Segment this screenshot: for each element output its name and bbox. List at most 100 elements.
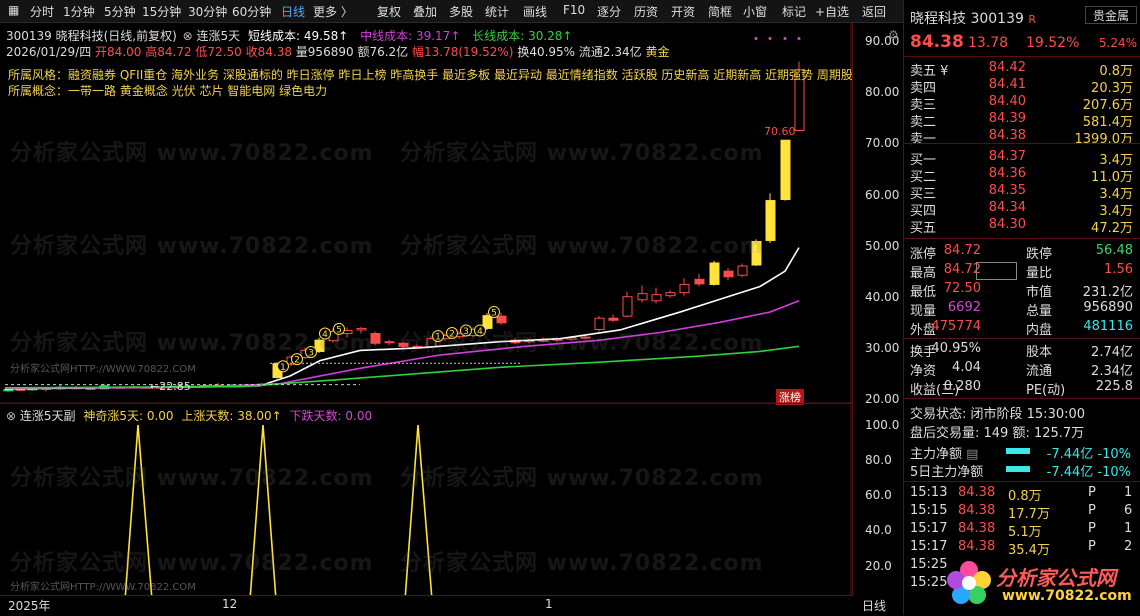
watermark: 分析家公式网 www.70822.com bbox=[400, 551, 764, 576]
quote-row[interactable]: 买五 84.30 47.2万 bbox=[904, 217, 1140, 236]
quote-row[interactable]: 买三 84.35 3.4万 bbox=[904, 183, 1140, 202]
sub-indicator-name[interactable]: 连涨5天副 bbox=[20, 409, 76, 423]
list-icon[interactable]: ▤ bbox=[966, 447, 978, 462]
tick-cell: 15:25 bbox=[910, 557, 948, 572]
quote-panel: 晓程科技 300139 R 贵金属 84.38 13.78 19.52% 5.2… bbox=[903, 0, 1140, 615]
tick-row[interactable]: 15:17 84.38 5.1万 P 1 bbox=[904, 521, 1140, 540]
stat-value: 40.95% bbox=[931, 341, 981, 356]
sub-tick: 80.0 bbox=[865, 453, 892, 467]
ohlc-open: 开84.00 bbox=[95, 45, 142, 59]
quote-row[interactable]: 卖四 84.41 20.3万 bbox=[904, 77, 1140, 96]
tick-cell: 1 bbox=[1124, 521, 1133, 536]
sub-indicator-header: ⊗ 连涨5天副 神奇涨5天: 0.00 上涨天数: 38.00↑ 下跌天数: 0… bbox=[6, 407, 372, 424]
stat-row: 收益(三) 0.280 PE(动) 225.8 bbox=[904, 379, 1140, 398]
toolbar-button[interactable]: 历资 bbox=[634, 3, 658, 20]
ohlc-float: 流通2.34亿 bbox=[578, 45, 642, 59]
main-flow-value: -7.44亿 -10% bbox=[1046, 447, 1131, 462]
toolbar-button[interactable]: 返回 bbox=[862, 3, 886, 20]
toolbar-button[interactable]: 复权 bbox=[377, 3, 401, 20]
ohlc-date: 2026/01/29/四 bbox=[6, 45, 92, 59]
row-price: 84.30 bbox=[988, 217, 1026, 232]
price-change-pct: 19.52% bbox=[1026, 35, 1080, 51]
quote-row[interactable]: 买四 84.34 3.4万 bbox=[904, 200, 1140, 219]
quote-row[interactable]: 买二 84.36 11.0万 bbox=[904, 166, 1140, 185]
toolbar-button[interactable]: F10 bbox=[563, 3, 585, 17]
indicator-name[interactable]: 连涨5天 bbox=[197, 29, 241, 43]
tick-cell: 15:17 bbox=[910, 521, 948, 536]
main-flow-text: 主力净额 bbox=[910, 447, 963, 462]
grid-icon[interactable]: ▦ bbox=[8, 3, 19, 17]
price-axis: 90.00 80.00 70.00 60.00 50.00 40.00 30.00 20.00… bbox=[852, 23, 903, 596]
toolbar-button[interactable]: +自选 bbox=[815, 3, 849, 20]
r-badge: R bbox=[1028, 13, 1037, 26]
stat-value: 6692 bbox=[947, 300, 981, 315]
period-label[interactable]: 日线 bbox=[862, 597, 886, 614]
toolbar-button[interactable]: 小窗 bbox=[743, 3, 767, 20]
quote-row[interactable]: 卖三 84.40 207.6万 bbox=[904, 94, 1140, 113]
price-change: 13.78 bbox=[968, 35, 1009, 51]
toolbar-button[interactable]: 画线 bbox=[523, 3, 547, 20]
watermark-small: 分析家公式网HTTP://WWW.70822.COM bbox=[10, 582, 196, 593]
stat-label: 最低 bbox=[910, 285, 937, 300]
stat-value: 2.74亿 bbox=[1091, 345, 1133, 360]
divider bbox=[904, 481, 1140, 482]
price-tick: 40.00 bbox=[865, 290, 900, 304]
stat-value: 1.56 bbox=[1104, 262, 1133, 277]
low-price-marker: ←22.85 bbox=[150, 380, 191, 393]
gear-icon[interactable]: ⚙ bbox=[888, 28, 899, 42]
period-tab[interactable]: 15分钟 bbox=[142, 3, 181, 20]
stat-label: 市值 bbox=[1026, 285, 1053, 300]
sub-tick: 40.0 bbox=[865, 523, 892, 537]
logo-text: 分析家公式网 bbox=[996, 566, 1116, 590]
stat-label: 跌停 bbox=[1026, 247, 1053, 262]
close-icon[interactable]: ⊗ bbox=[183, 29, 193, 43]
sector-button[interactable]: 贵金属 bbox=[1085, 6, 1137, 24]
price-tick: 70.00 bbox=[865, 136, 900, 150]
stat-row: 现量 6692 总量 956890 bbox=[904, 300, 1140, 319]
step-number: 2 bbox=[294, 356, 300, 366]
toolbar-button[interactable]: 简框 bbox=[708, 3, 732, 20]
candle bbox=[384, 341, 395, 344]
stat-label: 股本 bbox=[1026, 345, 1053, 360]
ohlc-line: 2026/01/29/四 开84.00 高84.72 低72.50 收84.38… bbox=[6, 43, 669, 60]
watermark: 分析家公式网 www.70822.com bbox=[10, 141, 374, 166]
toolbar-button[interactable]: 叠加 bbox=[413, 3, 437, 20]
period-tab[interactable]: 1分钟 bbox=[63, 3, 95, 20]
close-icon[interactable]: ⊗ bbox=[6, 409, 16, 423]
tick-row[interactable]: 15:15 84.38 17.7万 P 6 bbox=[904, 503, 1140, 522]
tick-cell: 84.38 bbox=[958, 521, 996, 536]
toolbar-button[interactable]: 开资 bbox=[671, 3, 695, 20]
indicator-header: 300139 晓程科技(日线,前复权) ⊗ 连涨5天 短线成本: 49.58↑ … bbox=[6, 27, 573, 44]
high-value-box bbox=[976, 262, 1017, 280]
toolbar-button[interactable]: 多股 bbox=[449, 3, 473, 20]
period-tab[interactable]: 分时 bbox=[30, 3, 54, 20]
divider bbox=[904, 143, 1140, 144]
ohlc-high: 高84.72 bbox=[145, 45, 192, 59]
x-label: 1 bbox=[545, 597, 553, 611]
toolbar-button[interactable]: 统计 bbox=[485, 3, 509, 20]
quote-row[interactable]: 买一 84.37 3.4万 bbox=[904, 149, 1140, 168]
tick-row[interactable]: 15:13 84.38 0.8万 P 1 bbox=[904, 485, 1140, 504]
stat-row: 最低 72.50 市值 231.2亿 bbox=[904, 281, 1140, 300]
toolbar-button[interactable]: 逐分 bbox=[597, 3, 621, 20]
period-tab[interactable]: 更多 〉 bbox=[313, 3, 353, 20]
watermark: 分析家公式网 www.70822.com bbox=[10, 331, 374, 356]
watermark: 分析家公式网 www.70822.com bbox=[10, 234, 374, 259]
divider bbox=[904, 56, 1140, 57]
period-tab[interactable]: 日线 bbox=[281, 3, 305, 20]
stat-label: 内盘 bbox=[1026, 323, 1053, 338]
watermark: 分析家公式网 www.70822.com bbox=[10, 466, 374, 491]
toolbar-button[interactable]: 标记 bbox=[782, 3, 806, 20]
step-number: 5 bbox=[491, 309, 497, 319]
price-tick: 60.00 bbox=[865, 188, 900, 202]
row-price: 84.36 bbox=[988, 166, 1026, 181]
sub-tick: 20.0 bbox=[865, 559, 892, 573]
period-tab[interactable]: 60分钟 bbox=[232, 3, 271, 20]
up-days-label: 上涨天数: 38.00↑ bbox=[181, 409, 282, 423]
main-flow-label[interactable]: 主力净额 ▤ bbox=[910, 443, 978, 462]
quote-row[interactable]: 卖五 ¥84.42 0.8万 bbox=[904, 60, 1140, 79]
period-tab[interactable]: 5分钟 bbox=[104, 3, 136, 20]
stat-row: 外盘 475774 内盘 481116 bbox=[904, 319, 1140, 338]
period-tab[interactable]: 30分钟 bbox=[188, 3, 227, 20]
quote-row[interactable]: 卖二 84.39 581.4万 bbox=[904, 111, 1140, 130]
